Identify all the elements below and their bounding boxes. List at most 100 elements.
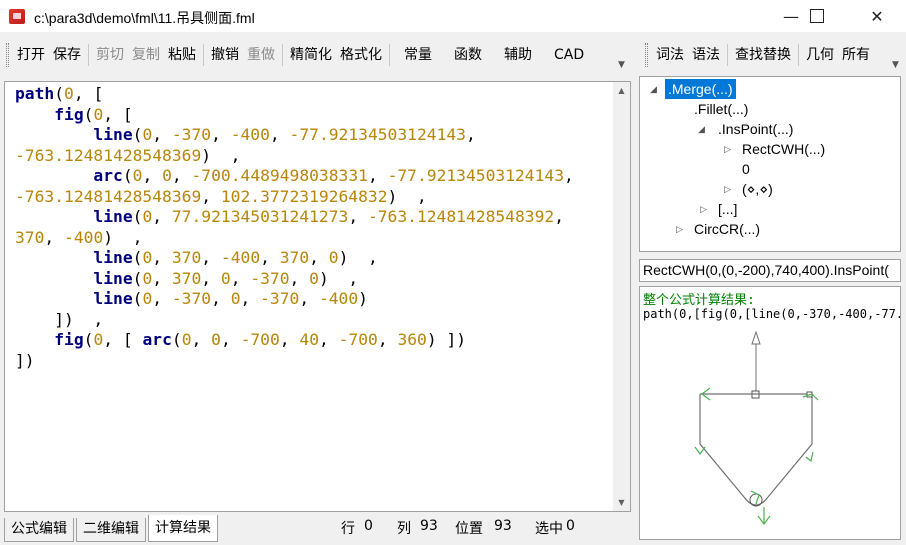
toolbar-separator [727, 44, 728, 66]
save-button[interactable]: 保存 [49, 42, 85, 68]
code-punctuation: , [279, 330, 300, 349]
toolbar-grip[interactable] [645, 43, 648, 67]
code-line[interactable]: line(0, 77.921345031241273, -763.1248142… [15, 207, 605, 228]
node-formula-field[interactable]: RectCWH(0,(0,-200),740,400).InsPoint( [639, 259, 901, 282]
code-punctuation: , [269, 125, 290, 144]
cad-menu[interactable]: CAD [543, 42, 595, 68]
result-panel[interactable]: 整个公式计算结果: path(0,[fig(0,[line(0,-370,-40… [639, 286, 901, 540]
formula-tree[interactable]: ◢ .Merge(...) .Fillet(...) ◢ .InsPoint(.… [639, 76, 901, 252]
toolbar-overflow-icon[interactable]: ▼ [892, 60, 899, 70]
maximize-button[interactable] [794, 0, 840, 32]
lexical-button[interactable]: 词法 [652, 42, 688, 68]
code-line[interactable]: line(0, -370, 0, -370, -400) [15, 289, 605, 310]
code-text[interactable]: path(0, [ fig(0, [ line(0, -370, -400, -… [15, 84, 605, 371]
code-keyword: line [93, 268, 133, 288]
undo-button[interactable]: 撤销 [207, 42, 243, 68]
tree-node-inspoint[interactable]: .InsPoint(...) [718, 119, 793, 139]
tab-2d-edit[interactable]: 二维编辑 [76, 518, 146, 542]
paste-button[interactable]: 粘贴 [164, 42, 200, 68]
tree-node-circcr[interactable]: CircCR(...) [694, 219, 760, 239]
collapse-icon[interactable]: ◢ [650, 79, 657, 99]
close-icon: ✕ [870, 6, 884, 26]
copy-button[interactable]: 复制 [128, 42, 164, 68]
code-line[interactable]: line(0, 370, -400, 370, 0) , [15, 248, 605, 269]
code-number: 360 [397, 330, 427, 349]
simplify-button[interactable]: 精简化 [286, 42, 336, 68]
toolbar-grip[interactable] [6, 43, 9, 67]
expand-icon[interactable]: ▷ [676, 219, 683, 239]
code-number: -370 [260, 289, 300, 308]
code-punctuation: ) [358, 289, 368, 308]
window-title: c:\para3d\demo\fml\11.吊具侧面.fml [34, 10, 255, 26]
format-button[interactable]: 格式化 [336, 42, 386, 68]
code-keyword: fig [54, 104, 84, 124]
collapse-icon[interactable]: ◢ [698, 119, 705, 139]
constants-menu[interactable]: 常量 [393, 42, 443, 68]
code-number: 0 [142, 289, 153, 308]
helpers-menu[interactable]: 辅助 [493, 42, 543, 68]
cut-button[interactable]: 剪切 [92, 42, 128, 68]
code-number: 370 [279, 248, 310, 267]
code-punctuation: , [377, 330, 398, 349]
find-replace-button[interactable]: 查找替换 [731, 42, 795, 68]
code-line[interactable]: ]) [15, 351, 605, 372]
code-line[interactable]: -763.12481428548369) , [15, 146, 605, 167]
status-pos-value: 93 [494, 518, 512, 534]
code-punctuation: , [564, 166, 574, 185]
code-line[interactable]: fig(0, [ arc(0, 0, -700, 40, -700, 360) … [15, 330, 605, 351]
tree-node-pair[interactable]: (⋄,⋄) [742, 179, 773, 199]
code-number: -700 [338, 330, 378, 349]
functions-menu[interactable]: 函数 [443, 42, 493, 68]
tab-formula-edit[interactable]: 公式编辑 [4, 518, 74, 542]
close-button[interactable]: ✕ [854, 0, 900, 32]
scroll-down-icon[interactable]: ▼ [613, 494, 630, 511]
code-line[interactable]: -763.12481428548369, 102.3772319264832) … [15, 187, 605, 208]
tab-calc-result[interactable]: 计算结果 [148, 515, 218, 542]
editor-toolbar: 打开 保存 剪切 复制 粘贴 撤销 重做 精简化 格式化 常量 函数 辅助 CA… [4, 38, 632, 72]
scroll-up-icon[interactable]: ▲ [613, 82, 630, 99]
code-punctuation [15, 166, 93, 185]
code-editor[interactable]: path(0, [ fig(0, [ line(0, -370, -400, -… [4, 81, 631, 512]
code-punctuation: , [191, 330, 212, 349]
status-row-value: 0 [364, 518, 373, 534]
code-keyword: path [15, 84, 55, 103]
code-punctuation: , [201, 248, 221, 267]
code-line[interactable]: line(0, 370, 0, -370, 0) , [15, 269, 605, 290]
open-button[interactable]: 打开 [13, 42, 49, 68]
code-punctuation: ) , [387, 186, 427, 206]
toolbar-separator [88, 44, 89, 66]
code-line[interactable]: 370, -400) , [15, 228, 605, 249]
code-punctuation: , [367, 166, 388, 185]
all-button[interactable]: 所有 [838, 42, 874, 68]
expand-icon[interactable]: ▷ [700, 199, 707, 219]
code-number: -763.12481428548369 [15, 186, 202, 206]
tree-node-ellipsis[interactable]: [...] [718, 199, 737, 219]
code-punctuation: ( [132, 289, 143, 308]
toolbar-overflow-icon[interactable]: ▼ [618, 60, 625, 70]
code-line[interactable]: line(0, -370, -400, -77.92134503124143, [15, 125, 605, 146]
code-number: 370 [171, 248, 202, 267]
tree-node-zero[interactable]: 0 [742, 159, 750, 179]
view-tabs: 公式编辑 二维编辑 计算结果 [4, 514, 220, 542]
code-line[interactable]: ]) , [15, 310, 605, 331]
tree-node-merge[interactable]: .Merge(...) [665, 79, 736, 99]
code-line[interactable]: path(0, [ [15, 84, 605, 105]
code-punctuation: , [289, 268, 310, 288]
tree-node-rectcwh[interactable]: RectCWH(...) [742, 139, 825, 159]
code-number: 0 [220, 268, 231, 288]
app-window: c:\para3d\demo\fml\11.吊具侧面.fml — ✕ 打开 保存… [0, 0, 906, 545]
tree-node-fillet[interactable]: .Fillet(...) [694, 99, 748, 119]
arrow-icon [805, 451, 814, 463]
code-punctuation: , [152, 125, 172, 144]
code-line[interactable]: arc(0, 0, -700.4489498038331, -77.921345… [15, 166, 605, 187]
code-line[interactable]: fig(0, [ [15, 105, 605, 126]
vertical-scrollbar[interactable]: ▲ ▼ [613, 82, 630, 511]
geometry-button[interactable]: 几何 [802, 42, 838, 68]
expand-icon[interactable]: ▷ [724, 179, 731, 199]
code-number: 0 [64, 84, 74, 103]
code-punctuation: , [ [73, 84, 104, 103]
app-icon [9, 9, 25, 24]
expand-icon[interactable]: ▷ [724, 139, 731, 159]
syntax-button[interactable]: 语法 [688, 42, 724, 68]
redo-button[interactable]: 重做 [243, 42, 279, 68]
